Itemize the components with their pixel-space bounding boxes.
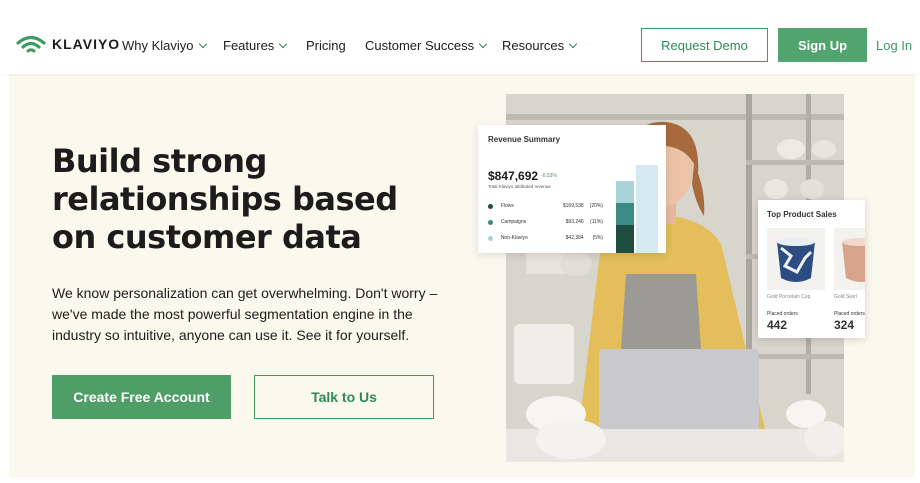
revenue-row-value: $169,538 [562, 203, 584, 209]
talk-to-us-button[interactable]: Talk to Us [254, 375, 434, 419]
nav-item-features[interactable]: Features [223, 38, 288, 53]
revenue-row-pct: (11%) [590, 219, 603, 225]
product-image-swirl [834, 228, 865, 290]
chevron-down-icon [478, 39, 488, 49]
gold-swirl-cup-icon [842, 238, 865, 282]
nav-item-customer-success[interactable]: Customer Success [365, 38, 488, 53]
page: KLAVIYO Why Klaviyo Features Pricing Cus… [0, 0, 920, 483]
revenue-summary-card: Revenue Summary $847,692 -6.53% Total Kl… [478, 125, 666, 253]
revenue-row-pct: (5%) [592, 235, 603, 241]
revenue-caption: Total Klaviyo attributed revenue [488, 184, 551, 189]
chevron-down-icon [279, 39, 288, 49]
nav-item-label: Customer Success [365, 38, 475, 53]
product-name: Gold Swirl [834, 294, 857, 300]
hero-subtitle: We know personalization can get overwhel… [52, 285, 438, 343]
top-nav: KLAVIYO Why Klaviyo Features Pricing Cus… [0, 0, 920, 74]
brand-name: KLAVIYO [52, 36, 121, 52]
chevron-down-icon [568, 39, 578, 49]
porcelain-cup-icon [777, 238, 815, 282]
nav-item-label: Features [223, 38, 275, 53]
top-product-sales-title: Top Product Sales [767, 210, 837, 219]
revenue-row-label: Campaigns [500, 219, 527, 225]
legend-dot-icon [488, 219, 493, 225]
nav-item-label: Resources [502, 38, 565, 53]
request-demo-button[interactable]: Request Demo [641, 28, 768, 62]
product-order-count: 442 [767, 318, 788, 332]
nav-item-pricing[interactable]: Pricing [306, 38, 346, 53]
legend-dot-icon [488, 235, 493, 241]
klaviyo-wifi-icon [16, 35, 46, 53]
nav-item-label: Why Klaviyo [122, 38, 194, 53]
revenue-summary-title: Revenue Summary [488, 135, 561, 144]
nav-item-why-klaviyo[interactable]: Why Klaviyo [122, 38, 207, 53]
revenue-row-label: Flows [500, 203, 514, 209]
revenue-row-pct: (20%) [589, 203, 603, 209]
product-image-cup [767, 228, 825, 290]
nav-item-resources[interactable]: Resources [502, 38, 578, 53]
nav-item-label: Pricing [306, 38, 346, 53]
revenue-delta: -6.53% [541, 173, 557, 179]
revenue-row-label: Non-Klaviyo [500, 235, 528, 241]
revenue-row-non-klaviyo: Non-Klaviyo $42,384 (5%) [488, 235, 603, 241]
product-placed-label: Placed orders [767, 311, 798, 317]
product-order-count: 324 [834, 318, 855, 332]
top-product-sales-card: Top Product Sales Gold Porcelain Cup Gol… [758, 200, 865, 338]
create-free-account-button[interactable]: Create Free Account [52, 375, 231, 419]
chevron-down-icon [198, 39, 207, 49]
revenue-row-campaigns: Campaigns $93,246 (11%) [488, 219, 603, 225]
revenue-row-value: $93,246 [565, 219, 584, 225]
legend-dot-icon [488, 203, 493, 209]
log-in-link[interactable]: Log In [876, 38, 912, 53]
product-placed-label: Placed orders [834, 311, 865, 317]
hero-title: Build strong relationships based on cust… [52, 142, 398, 256]
revenue-bar-segment [616, 225, 634, 253]
revenue-row-flows: Flows $169,538 (20%) [488, 203, 603, 209]
revenue-row-value: $42,384 [565, 235, 584, 241]
klaviyo-logo[interactable]: KLAVIYO [16, 34, 120, 54]
sign-up-button[interactable]: Sign Up [778, 28, 867, 62]
product-name: Gold Porcelain Cup [767, 294, 811, 300]
revenue-amount: $847,692 [488, 169, 539, 183]
revenue-bar-segment [636, 165, 658, 253]
